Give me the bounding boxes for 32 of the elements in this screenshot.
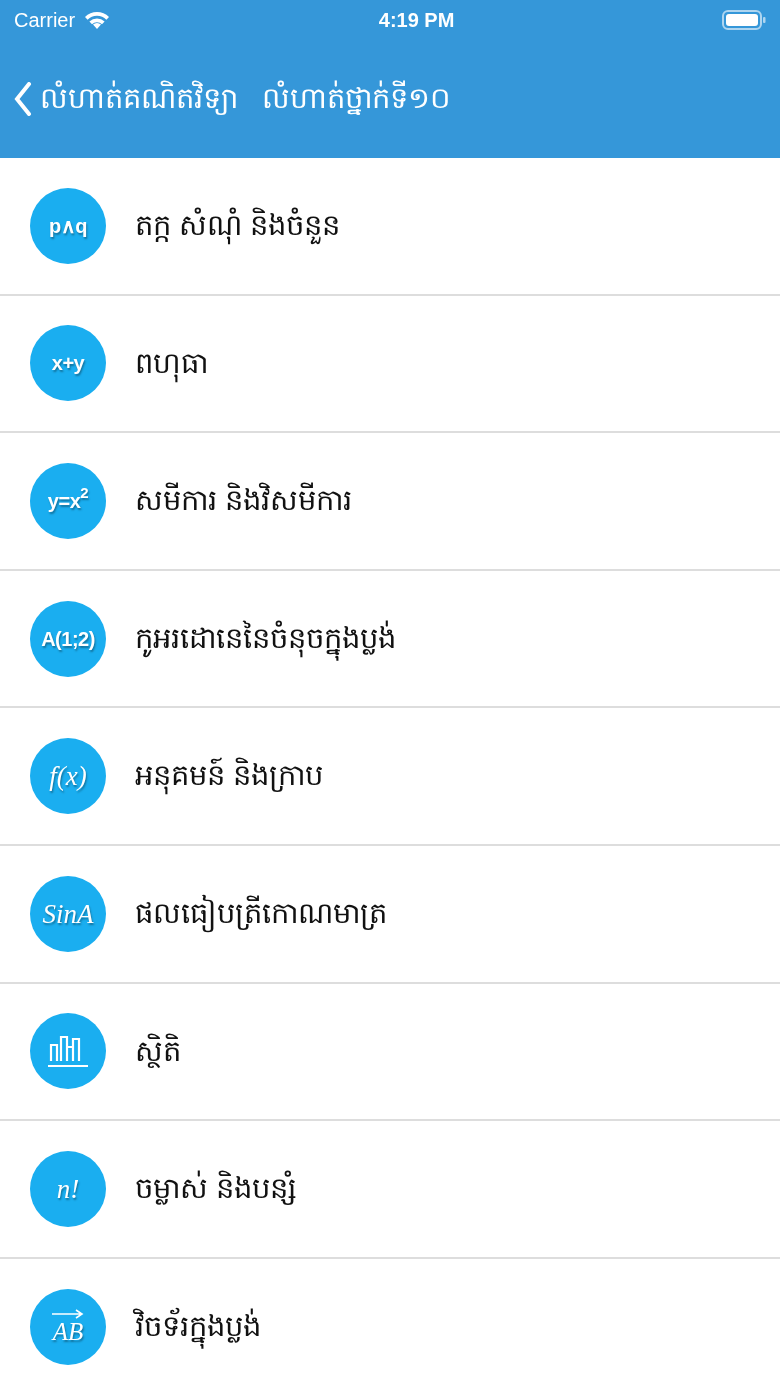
topic-icon: f(x) <box>30 738 106 815</box>
list-row[interactable]: x+y ពហុធា <box>0 295 780 434</box>
carrier-label: Carrier <box>14 8 76 33</box>
list-row[interactable]: A(1;2) កូអរដោនេនៃចំនុចក្នុងប្លង់ <box>0 570 780 709</box>
topic-label: តក្ក សំណុំ និងចំនួន <box>135 204 341 248</box>
list-row[interactable]: AB វិចទ័រក្នុងប្លង់ <box>0 1258 780 1387</box>
topic-label: វិចទ័រក្នុងប្លង់ <box>135 1304 261 1349</box>
topic-label: ផលធៀបត្រីកោណមាត្រ <box>135 892 387 936</box>
list-row[interactable]: f(x) អនុគមន៍ និងក្រាប <box>0 708 780 846</box>
clock-time: 4:19 PM <box>378 8 455 33</box>
vector-icon: AB <box>30 1288 106 1365</box>
chevron-left-icon <box>14 82 32 116</box>
list-row[interactable]: SinA ផលធៀបត្រីកោណមាត្រ <box>0 845 780 984</box>
topic-label: កូអរដោនេនៃចំនុចក្នុងប្លង់ <box>135 616 396 661</box>
topic-label: សមីការ និងវិសមីការ <box>135 481 353 519</box>
list-row[interactable]: p∧q តក្ក សំណុំ និងចំនួន <box>0 158 780 296</box>
topic-icon: A(1;2) <box>30 600 106 677</box>
wifi-icon <box>83 10 112 30</box>
list-row[interactable]: ស្ថិតិ <box>0 983 780 1122</box>
topic-icon: p∧q <box>30 187 106 264</box>
topic-icon: y=x$^{2}$ <box>30 463 106 539</box>
battery-icon <box>722 9 766 31</box>
screen-title: លំហាត់ថ្នាក់ទី១០ <box>262 79 451 117</box>
topic-icon: SinA <box>30 875 106 952</box>
list-row[interactable]: n! ចម្លាស់ និងបន្សំ <box>0 1121 780 1259</box>
topic-icon: n! <box>30 1150 106 1227</box>
topic-icon: x+y <box>30 325 106 402</box>
list-row[interactable]: y=x$^{2}$ សមីការ និងវិសមីការ <box>0 433 780 571</box>
topic-label: ពហុធា <box>135 341 208 386</box>
topic-label: អនុគមន៍ និងក្រាប <box>135 754 324 798</box>
topic-label: ចម្លាស់ និងបន្សំ <box>135 1169 298 1207</box>
topic-label: ស្ថិតិ <box>135 1032 181 1070</box>
